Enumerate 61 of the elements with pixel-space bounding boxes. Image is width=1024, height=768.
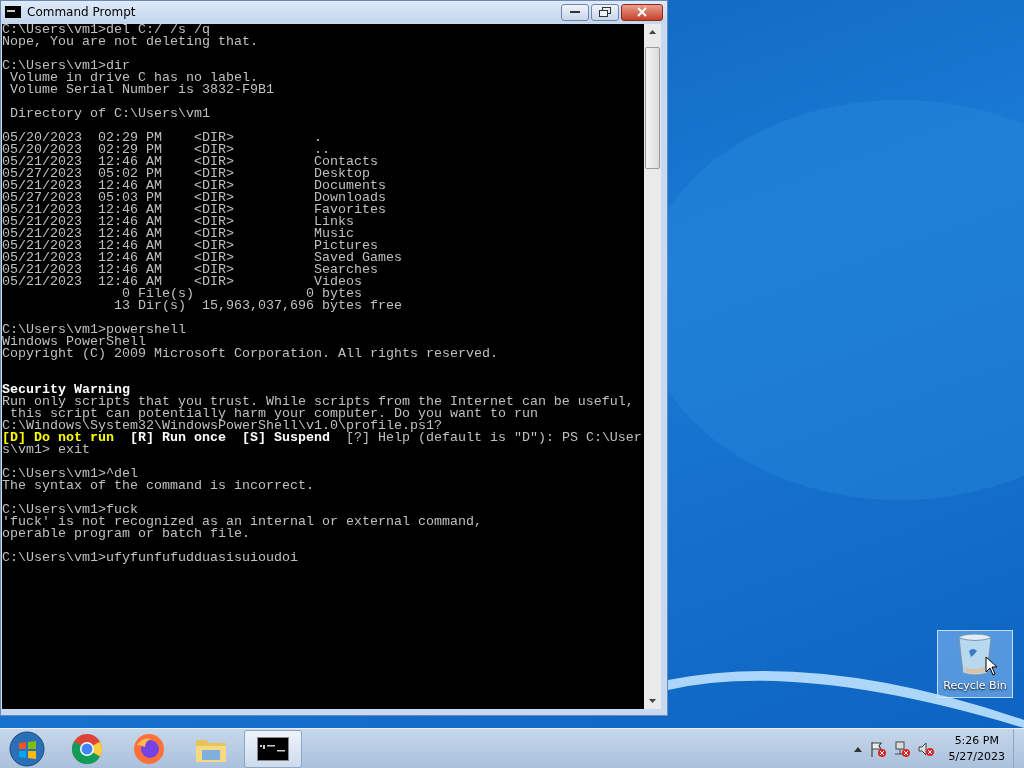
- taskbar-app[interactable]: [244, 730, 302, 768]
- restore-button[interactable]: [591, 3, 619, 21]
- console-line: 0 File(s) 0 bytes: [121, 288, 363, 300]
- minimize-button[interactable]: [561, 3, 589, 21]
- console-line: 05/27/2023 05:03 PM <DIR> Downloads: [2, 192, 387, 204]
- scroll-thumb[interactable]: [645, 47, 660, 169]
- console-line: Security Warning: [2, 384, 131, 396]
- console-line: 05/21/2023 12:46 AM <DIR> Pictures: [2, 240, 378, 252]
- muted-speaker-icon[interactable]: [916, 740, 935, 758]
- console-line: Windows PowerShell: [2, 336, 146, 348]
- console-line: The syntax of the command is incorrect.: [2, 480, 315, 492]
- minimize-icon: [570, 10, 580, 14]
- console-line: 05/21/2023 12:46 AM <DIR> Saved Games: [2, 252, 403, 264]
- console-line: C:\Windows\System32\WindowsPowerShell\v1.0\profile.ps1?: [2, 420, 442, 432]
- window-title: Command Prompt: [27, 5, 137, 19]
- icon-label: Recycle Bin: [943, 679, 1007, 692]
- console-line: 05/20/2023 02:29 PM <DIR> ..: [2, 144, 330, 156]
- console-line: 05/21/2023 12:46 AM <DIR> Music: [2, 228, 354, 240]
- flag-icon[interactable]: [868, 740, 887, 758]
- console-line: C:\Users\vm1>dir: [2, 60, 131, 72]
- console-line: operable program or batch file.: [2, 528, 251, 540]
- console-line: C:\Users\vm1>^del: [2, 468, 139, 480]
- clock-date: 5/27/2023: [948, 749, 1005, 765]
- console-line: 05/21/2023 12:46 AM <DIR> Searches: [2, 264, 379, 276]
- console-line: s\vm1> exit: [2, 444, 91, 456]
- scrollbar[interactable]: [644, 24, 661, 709]
- chrome-icon: [71, 733, 103, 765]
- console-line: Directory of C:\Users\vm1: [9, 108, 211, 120]
- console-line: Nope, You are not deleting that.: [2, 36, 259, 48]
- console-line: C:\Users\vm1>fuck: [2, 504, 138, 516]
- console-line: 05/20/2023 02:29 PM <DIR> .: [2, 132, 323, 144]
- console-line: C:\Users\vm1>del C:/ /s /q: [2, 24, 211, 36]
- console-line: 05/21/2023 12:46 AM <DIR> Favorites: [2, 204, 387, 216]
- console-line: Run only scripts that you trust. While scripts from the Internet can be useful,: [2, 396, 635, 408]
- firefox-icon: [133, 733, 165, 765]
- console-line: Copyright (C) 2009 Microsoft Corporation. All rights reserved.: [2, 348, 499, 360]
- console-line: Volume in drive C has no label.: [9, 72, 258, 84]
- console-line: 05/21/2023 12:46 AM <DIR> Videos: [2, 276, 363, 288]
- restore-icon: [599, 7, 611, 17]
- show-hidden-icons-icon[interactable]: [852, 745, 863, 753]
- console-icon: [257, 737, 289, 761]
- windows-orb-icon: [9, 731, 45, 767]
- console-line: C:\Users\vm1>powershell: [2, 324, 187, 336]
- close-button[interactable]: [621, 3, 663, 21]
- console-line: this script can potentially harm your computer. Do you want to run: [10, 408, 539, 420]
- console-icon: [5, 6, 21, 18]
- console-line: Volume Serial Number is 3832-F9B1: [9, 84, 275, 96]
- network-icon[interactable]: [892, 740, 911, 758]
- console-line: 13 Dir(s) 15,963,037,696 bytes free: [112, 300, 403, 312]
- close-icon: [637, 7, 647, 17]
- console-line: 05/27/2023 05:02 PM <DIR> Desktop: [2, 168, 370, 180]
- mouse-pointer-icon: [985, 656, 999, 676]
- console-line: 05/21/2023 12:46 AM <DIR> Documents: [2, 180, 387, 192]
- console-line: 05/21/2023 12:46 AM <DIR> Contacts: [2, 156, 379, 168]
- console-line: 05/21/2023 12:46 AM <DIR> Links: [2, 216, 355, 228]
- console-line: [D] Do not run [R] Run once [S] Suspend [?] Help (default is "D"): PS C:\User: [2, 432, 643, 444]
- clock[interactable]: 5:26 PM 5/27/2023: [948, 733, 1005, 765]
- console-line: C:\Users\vm1>ufyfunfufudduasisuioudoi: [2, 552, 299, 564]
- clock-time: 5:26 PM: [954, 733, 999, 749]
- console-line: 'fuck' is not recognized as an internal or external command,: [2, 516, 483, 528]
- recycle-bin-icon: [957, 633, 993, 677]
